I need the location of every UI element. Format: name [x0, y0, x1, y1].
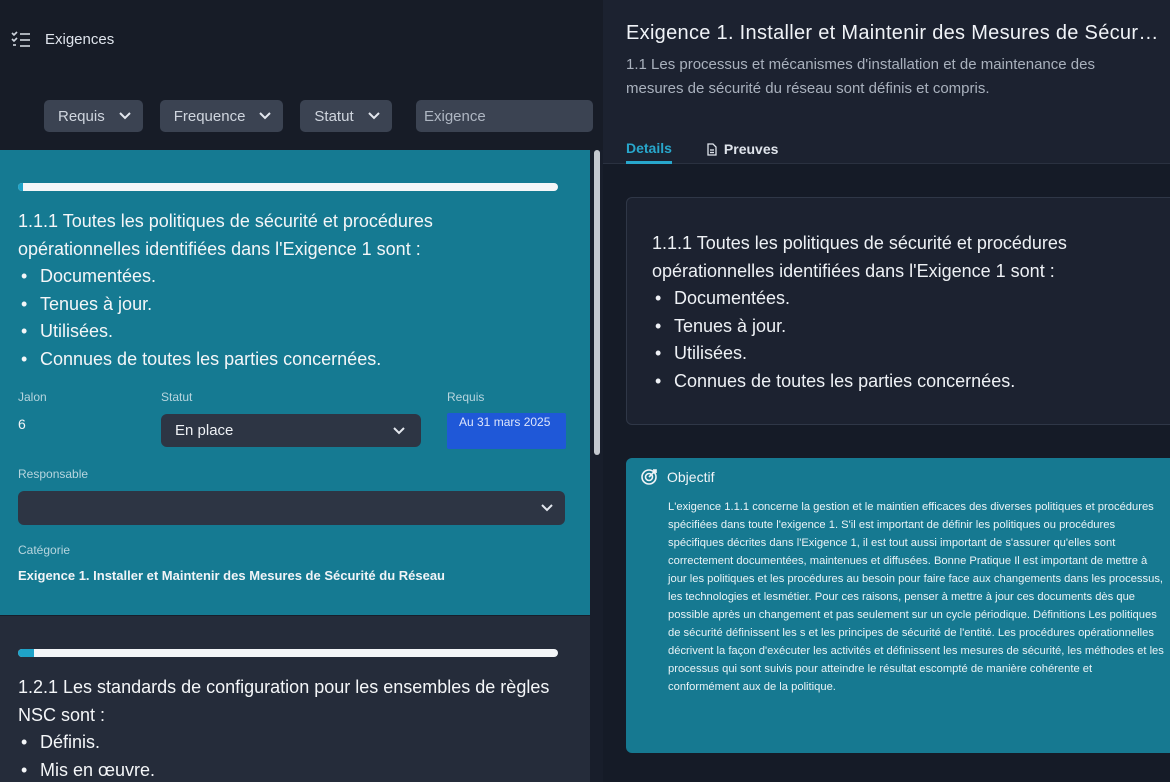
- requis-label: Requis: [447, 390, 485, 404]
- bullet-item: Tenues à jour.: [652, 313, 1152, 341]
- bullet-item: Documentées.: [652, 285, 1152, 313]
- requirement-text: 1.1.1 Toutes les politiques de sécurité …: [18, 208, 538, 373]
- page-title: Exigences: [45, 30, 115, 48]
- statut-select-value: En place: [175, 422, 234, 439]
- bullet-item: Documentées.: [18, 263, 538, 291]
- responsable-label: Responsable: [18, 467, 89, 481]
- list-header: Exigences Requis Frequence Statut: [0, 0, 603, 150]
- filter-label: Requis: [58, 107, 105, 125]
- bullet-item: Définis.: [18, 729, 558, 757]
- chevron-down-icon: [118, 112, 131, 120]
- requis-date-badge: Au 31 mars 2025: [447, 413, 566, 449]
- tab-label: Preuves: [723, 141, 779, 157]
- target-icon: [641, 469, 657, 485]
- requirement-card-selected[interactable]: 1.1.1 Toutes les politiques de sécurité …: [0, 150, 590, 615]
- bullet-item: Connues de toutes les parties concernées…: [652, 368, 1152, 396]
- requirement-text: 1.1.1 Toutes les politiques de sécurité …: [652, 230, 1152, 395]
- progress-bar: [18, 183, 558, 191]
- tab-details[interactable]: Details: [626, 134, 672, 164]
- bullet-item: Utilisées.: [18, 318, 538, 346]
- bullet-item: Tenues à jour.: [18, 291, 538, 319]
- requirement-bullets: Documentées.Tenues à jour.Utilisées.Conn…: [18, 263, 538, 373]
- objectif-body: L'exigence 1.1.1 concerne la gestion et …: [668, 501, 1164, 693]
- requirement-detail-box: 1.1.1 Toutes les politiques de sécurité …: [626, 197, 1170, 425]
- requirement-bullets: Documentées.Tenues à jour.Utilisées.Conn…: [652, 285, 1152, 395]
- tab-preuves[interactable]: Preuves: [706, 134, 778, 164]
- chevron-down-icon: [393, 426, 405, 434]
- requirements-list-pane: Exigences Requis Frequence Statut 1.1.1 …: [0, 0, 603, 782]
- statut-label: Statut: [161, 390, 193, 404]
- detail-header: Exigence 1. Installer et Maintenir des M…: [603, 0, 1170, 164]
- document-icon: [707, 142, 717, 156]
- requirement-title: 1.2.1 Les standards de configuration pou…: [18, 677, 550, 725]
- filter-label: Frequence: [173, 107, 246, 125]
- objectif-panel: Objectif L'exigence 1.1.1 concerne la ge…: [626, 458, 1170, 753]
- requirement-text: 1.2.1 Les standards de configuration pou…: [18, 674, 558, 782]
- requirement-title: 1.1.1 Toutes les politiques de sécurité …: [652, 233, 1067, 281]
- checklist-icon: [11, 31, 30, 47]
- progress-fill: [18, 649, 35, 657]
- filter-statut[interactable]: Statut: [300, 100, 392, 132]
- statut-select[interactable]: En place: [161, 414, 421, 447]
- filter-label: Statut: [314, 107, 354, 125]
- requirement-card[interactable]: 1.2.1 Les standards de configuration pou…: [0, 616, 590, 782]
- requirement-detail-pane: Exigence 1. Installer et Maintenir des M…: [603, 0, 1170, 782]
- requirement-bullets: Définis.Mis en œuvre.: [18, 729, 558, 782]
- bullet-item: Utilisées.: [652, 340, 1152, 368]
- jalon-value: 6: [18, 416, 26, 432]
- exigence-search-input[interactable]: [416, 100, 593, 132]
- filter-requis[interactable]: Requis: [44, 100, 143, 132]
- bullet-item: Connues de toutes les parties concernées…: [18, 346, 538, 374]
- objectif-header: Objectif: [640, 468, 714, 486]
- chevron-down-icon: [541, 504, 553, 512]
- detail-title: Exigence 1. Installer et Maintenir des M…: [626, 22, 1161, 44]
- chevron-down-icon: [367, 112, 380, 120]
- list-scrollbar[interactable]: [594, 150, 600, 455]
- responsable-select[interactable]: [18, 491, 565, 525]
- jalon-label: Jalon: [18, 390, 47, 404]
- tab-label: Details: [626, 139, 672, 156]
- categorie-value: Exigence 1. Installer et Maintenir des M…: [18, 568, 445, 583]
- objectif-heading: Objectif: [667, 469, 715, 485]
- progress-fill: [18, 183, 24, 191]
- chevron-down-icon: [259, 112, 272, 120]
- detail-tabs: Details Preuves: [626, 134, 778, 164]
- requirement-title: 1.1.1 Toutes les politiques de sécurité …: [18, 211, 433, 259]
- filter-bar: Requis Frequence Statut: [44, 100, 392, 132]
- bullet-item: Mis en œuvre.: [18, 757, 558, 782]
- categorie-label: Catégorie: [18, 543, 71, 557]
- filter-frequence[interactable]: Frequence: [159, 100, 284, 132]
- progress-bar: [18, 649, 558, 657]
- detail-subtitle: 1.1 Les processus et mécanismes d'instal…: [626, 56, 1095, 97]
- header-title-group: Exigences: [11, 30, 114, 48]
